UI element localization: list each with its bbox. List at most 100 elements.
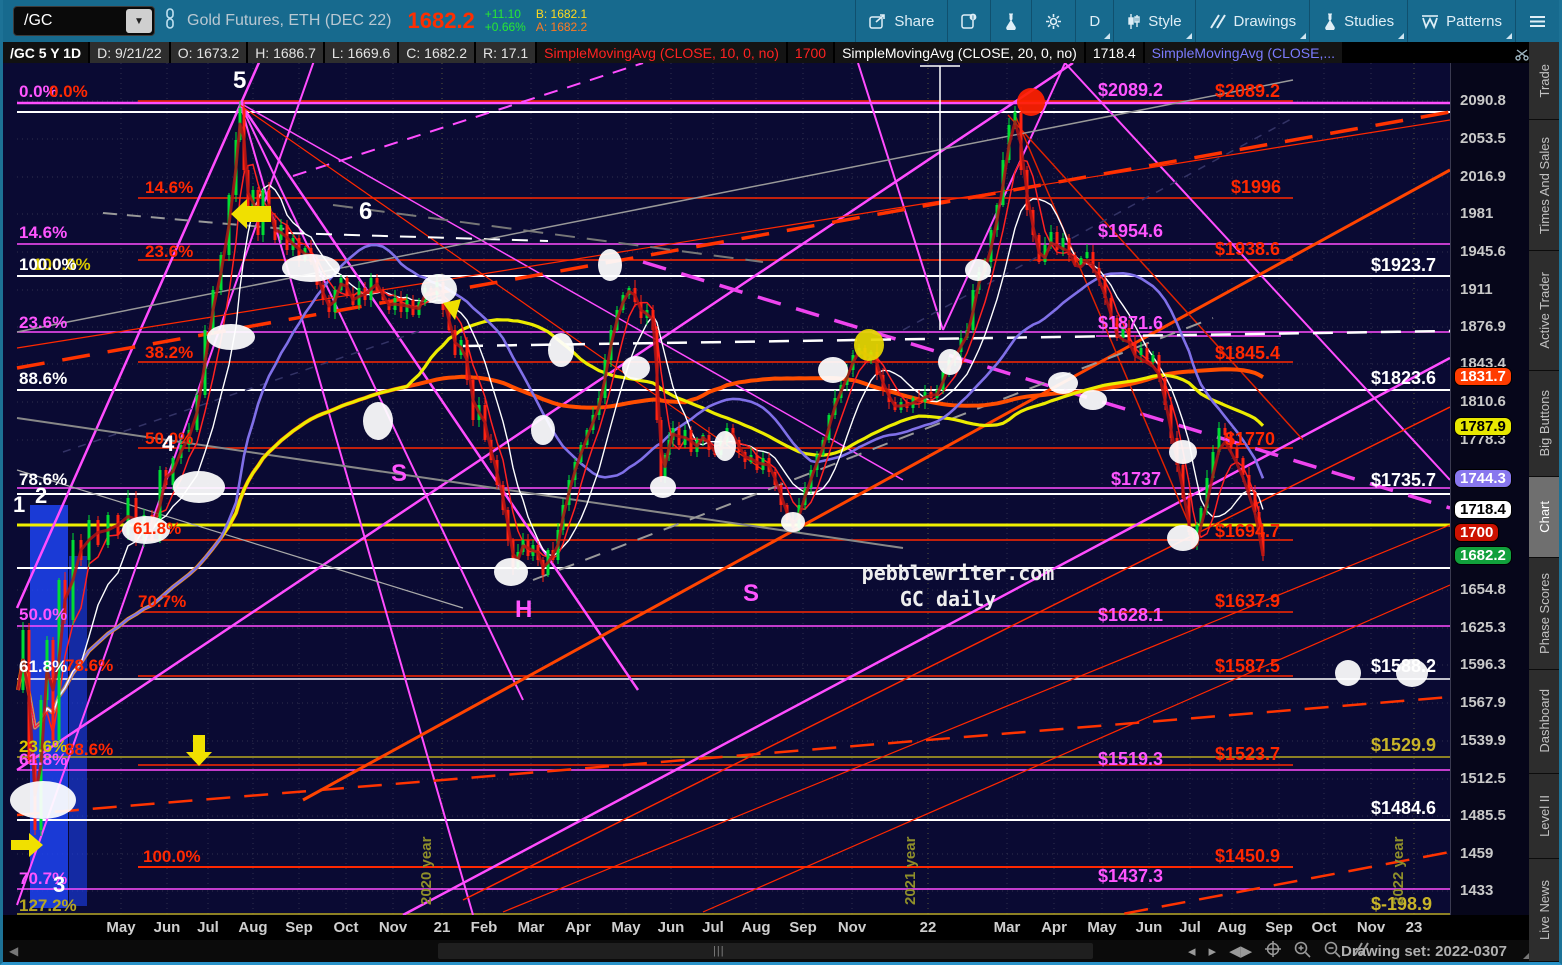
- price-axis-tick: 1911: [1460, 281, 1493, 298]
- price-axis[interactable]: 2090.8 2053.5 2016.9 1981 1945.6 1911 1876.9 18…: [1450, 49, 1535, 915]
- last-price: 1682.2: [407, 8, 475, 33]
- share-icon: [869, 14, 886, 29]
- price-axis-tick: 1596.3: [1460, 656, 1506, 673]
- time-axis-tick: May: [106, 919, 136, 936]
- time-axis[interactable]: May Jun Jul Aug Sep Oct Nov 21 Feb Mar Apr May Jun Ju…: [3, 915, 1535, 940]
- study-label[interactable]: SimpleMovingAvg (CLOSE,...: [1144, 42, 1343, 63]
- price-target-label: $1450.9: [1215, 846, 1280, 866]
- patterns-icon: [1422, 15, 1439, 29]
- top-toolbar: ▼ Gold Futures, ETH (DEC 22) 1682.2 +11.…: [3, 0, 1559, 42]
- time-axis-tick: Sep: [285, 919, 313, 936]
- timeframe-button[interactable]: D: [1075, 0, 1113, 42]
- study-label[interactable]: SimpleMovingAvg (CLOSE, 10, 0, no): [537, 42, 786, 63]
- fib-level-label: 61.8%: [19, 657, 67, 676]
- year-label: 2020 year: [418, 836, 435, 905]
- instrument-description: Gold Futures, ETH (DEC 22): [187, 12, 392, 29]
- time-axis-tick: May: [611, 919, 641, 936]
- status-bar: ◀ ||| ◂ ▸ ◀▶ Drawing set: 2022-0307: [3, 940, 1535, 962]
- sidebar-tab-big-buttons[interactable]: Big Buttons: [1529, 370, 1559, 477]
- studies-button[interactable]: Studies: [1309, 0, 1407, 42]
- price-axis-tick: 2053.5: [1460, 130, 1506, 147]
- watermark-site: pebblewriter.com: [862, 561, 1055, 585]
- sidebar-tab-dashboard[interactable]: Dashboard: [1529, 669, 1559, 774]
- white-ellipse-marker: [818, 357, 848, 383]
- white-ellipse-marker: [622, 356, 650, 380]
- price-axis-bubble: 1787.9: [1454, 417, 1512, 436]
- white-ellipse-marker: [1048, 372, 1078, 394]
- ohlc-field: D: 9/21/22: [90, 42, 169, 63]
- notes-button[interactable]: i: [947, 0, 990, 42]
- yellow-arrow-marker: [186, 735, 212, 766]
- chart-scrollbar[interactable]: |||: [438, 943, 1093, 959]
- wave-annotation: 4: [162, 431, 175, 456]
- fib-level-label: 0.0%: [49, 82, 88, 101]
- patterns-button[interactable]: Patterns: [1407, 0, 1515, 42]
- axis-settings-icon[interactable]: [1515, 49, 1529, 64]
- menu-button[interactable]: [1515, 0, 1559, 42]
- crosshair-icon[interactable]: [1265, 941, 1282, 961]
- symbol-input-box[interactable]: ▼: [13, 6, 155, 36]
- thinkorswim-window: ▼ Gold Futures, ETH (DEC 22) 1682.2 +11.…: [0, 0, 1562, 965]
- symbol-dropdown-button[interactable]: ▼: [126, 9, 152, 33]
- white-ellipse-marker: [282, 254, 340, 282]
- white-ellipse-marker: [965, 259, 991, 281]
- sidebar-tab-level-ii[interactable]: Level II: [1529, 773, 1559, 860]
- price-target-label: $1529.9: [1371, 735, 1436, 755]
- scroll-left-icon[interactable]: ◀: [9, 944, 18, 958]
- gear-icon: [1046, 13, 1062, 29]
- pan-right-icon[interactable]: ▸: [1209, 942, 1217, 960]
- white-ellipse-marker: [548, 333, 574, 367]
- pan-left-icon[interactable]: ◂: [1188, 942, 1196, 960]
- white-ellipse-marker: [598, 249, 622, 281]
- ohlc-field: R: 17.1: [476, 42, 536, 63]
- analyze-button[interactable]: [990, 0, 1031, 42]
- fib-level-label: 100.0%: [19, 255, 77, 274]
- study-label[interactable]: SimpleMovingAvg (CLOSE, 20, 0, no): [835, 42, 1084, 63]
- time-axis-tick: Aug: [1217, 919, 1247, 936]
- share-button[interactable]: Share: [855, 0, 947, 42]
- time-axis-tick: Sep: [1265, 919, 1293, 936]
- zoom-in-icon[interactable]: [1294, 941, 1311, 962]
- white-ellipse-marker: [363, 402, 393, 440]
- watermark-chart: GC daily: [900, 587, 996, 611]
- white-ellipse-marker: [10, 781, 76, 819]
- sidebar-tab-live-news[interactable]: Live News: [1529, 859, 1559, 962]
- time-axis-tick: Jul: [197, 919, 219, 936]
- fib-level-label: 88.6%: [19, 369, 67, 388]
- price-target-label: $1523.7: [1215, 744, 1280, 764]
- chart-canvas[interactable]: 0.0% 0.0% 14.6% 14.6% 23.6% 100.0% 100.0% 23.6%…: [3, 63, 1450, 915]
- wave-annotation: 3: [53, 872, 65, 897]
- price-target-label: $1637.9: [1215, 591, 1280, 611]
- wave-annotation: S: [391, 460, 407, 487]
- price-axis-tick: 1625.3: [1460, 619, 1506, 636]
- settings-button[interactable]: [1031, 0, 1075, 42]
- time-axis-tick: Aug: [238, 919, 268, 936]
- drawings-button[interactable]: Drawings: [1194, 0, 1310, 42]
- price-axis-tick: 1433: [1460, 882, 1494, 899]
- style-button[interactable]: Style: [1113, 0, 1194, 42]
- price-axis-bubble: 1718.4: [1454, 500, 1512, 519]
- price-target-label: $1484.6: [1371, 798, 1436, 818]
- sidebar-tab-trade[interactable]: Trade: [1529, 42, 1559, 120]
- price-axis-tick: 1459: [1460, 845, 1494, 862]
- symbol-input[interactable]: [14, 12, 126, 30]
- gadget-sidebar: Trade Times And Sales Active Trader Big But…: [1529, 42, 1559, 962]
- sidebar-tab-active-trader[interactable]: Active Trader: [1529, 251, 1559, 371]
- white-ellipse-marker: [421, 274, 457, 304]
- ohlc-field: L: 1669.6: [324, 42, 398, 63]
- drawing-set-label[interactable]: Drawing set: 2022-0307: [1341, 943, 1507, 960]
- study-labels: SimpleMovingAvg (CLOSE, 10, 0, no) 1700 Si…: [537, 42, 1344, 63]
- time-axis-tick: Nov: [378, 919, 408, 936]
- scrollbar-grip[interactable]: |||: [713, 945, 725, 957]
- zoom-out-icon[interactable]: [1324, 941, 1341, 962]
- wave-annotation: 6: [359, 198, 372, 225]
- chart-symbol-period[interactable]: /GC 5 Y 1D: [3, 42, 89, 63]
- sidebar-tab-phase-scores[interactable]: Phase Scores: [1529, 558, 1559, 670]
- sidebar-tab-times-and-sales[interactable]: Times And Sales: [1529, 119, 1559, 252]
- fit-width-icon[interactable]: ◀▶: [1229, 942, 1252, 960]
- time-axis-tick: Jul: [702, 919, 724, 936]
- sidebar-tab-chart[interactable]: Chart: [1529, 476, 1559, 559]
- link-icon[interactable]: [163, 8, 177, 34]
- time-axis-tick: 21: [433, 919, 451, 936]
- ohlc-field: O: 1673.2: [170, 42, 247, 63]
